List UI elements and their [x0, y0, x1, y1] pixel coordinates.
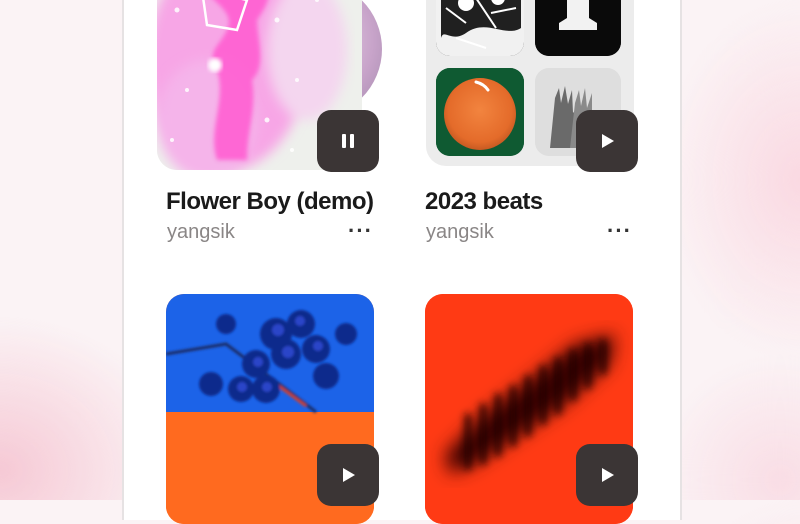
- more-options-button[interactable]: ···: [348, 220, 373, 242]
- play-icon: [602, 468, 614, 482]
- playlist-title: 2023 beats: [425, 188, 543, 215]
- collage-tile-3: [436, 68, 524, 156]
- play-icon: [343, 468, 355, 482]
- play-icon: [602, 134, 614, 148]
- play-button[interactable]: [576, 444, 638, 506]
- collage-tile-2: [535, 0, 621, 56]
- playlist-artist: yangsik: [426, 221, 494, 243]
- play-button[interactable]: [317, 444, 379, 506]
- more-options-button[interactable]: ···: [607, 220, 632, 242]
- pause-button[interactable]: [317, 110, 379, 172]
- collage-tile-1: [436, 0, 524, 56]
- play-button[interactable]: [576, 110, 638, 172]
- playlist-artist: yangsik: [167, 221, 235, 243]
- playlist-title: Flower Boy (demo): [166, 188, 374, 215]
- pause-icon: [342, 134, 354, 148]
